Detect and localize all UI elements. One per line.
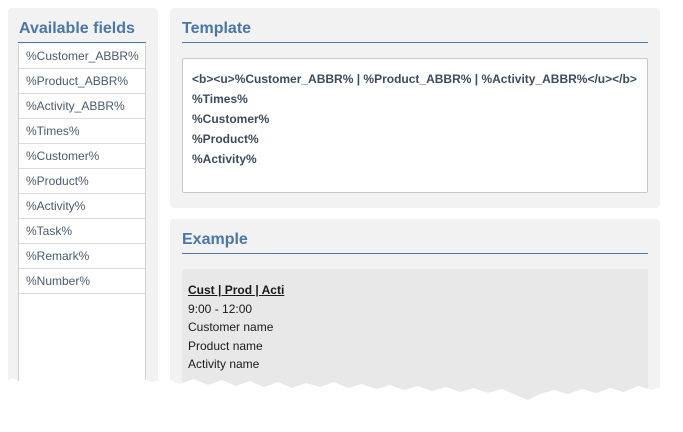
available-fields-title: Available fields	[19, 20, 135, 37]
field-item-number[interactable]: %Number%	[19, 269, 145, 294]
example-line: 9:00 - 12:00	[188, 301, 253, 316]
field-item-product[interactable]: %Product%	[19, 169, 145, 194]
template-line: %Activity%	[192, 152, 257, 166]
title-divider	[182, 42, 648, 43]
template-editor[interactable]: <b><u>%Customer_ABBR% | %Product_ABBR% |…	[182, 58, 648, 193]
example-line: Customer name	[188, 320, 274, 334]
template-title: Template	[182, 20, 252, 37]
template-line: <b><u>%Customer_ABBR% | %Product_ABBR% |…	[192, 72, 637, 86]
torn-edge-decoration	[0, 376, 683, 432]
field-item-activity-abbr[interactable]: %Activity_ABBR%	[19, 94, 145, 119]
template-line: %Times%	[192, 92, 248, 106]
field-list: %Customer_ABBR% %Product_ABBR% %Activity…	[18, 44, 146, 408]
field-item-customer-abbr[interactable]: %Customer_ABBR%	[19, 44, 145, 69]
title-divider	[18, 42, 146, 43]
field-item-task[interactable]: %Task%	[19, 219, 145, 244]
field-item-times[interactable]: %Times%	[19, 119, 145, 144]
example-title: Example	[182, 231, 248, 248]
title-divider	[182, 253, 648, 254]
field-item-activity[interactable]: %Activity%	[19, 194, 145, 219]
example-heading: Cust | Prod | Acti	[188, 283, 285, 297]
template-panel: Template <b><u>%Customer_ABBR% | %Produc…	[170, 8, 660, 208]
example-line: Product name	[188, 338, 263, 353]
field-item-customer[interactable]: %Customer%	[19, 144, 145, 169]
template-line: %Customer%	[192, 112, 270, 126]
field-item-remark[interactable]: %Remark%	[19, 244, 145, 269]
available-fields-panel: Available fields %Customer_ABBR% %Produc…	[8, 8, 158, 408]
field-item-product-abbr[interactable]: %Product_ABBR%	[19, 69, 145, 94]
template-line: %Product%	[192, 132, 259, 146]
